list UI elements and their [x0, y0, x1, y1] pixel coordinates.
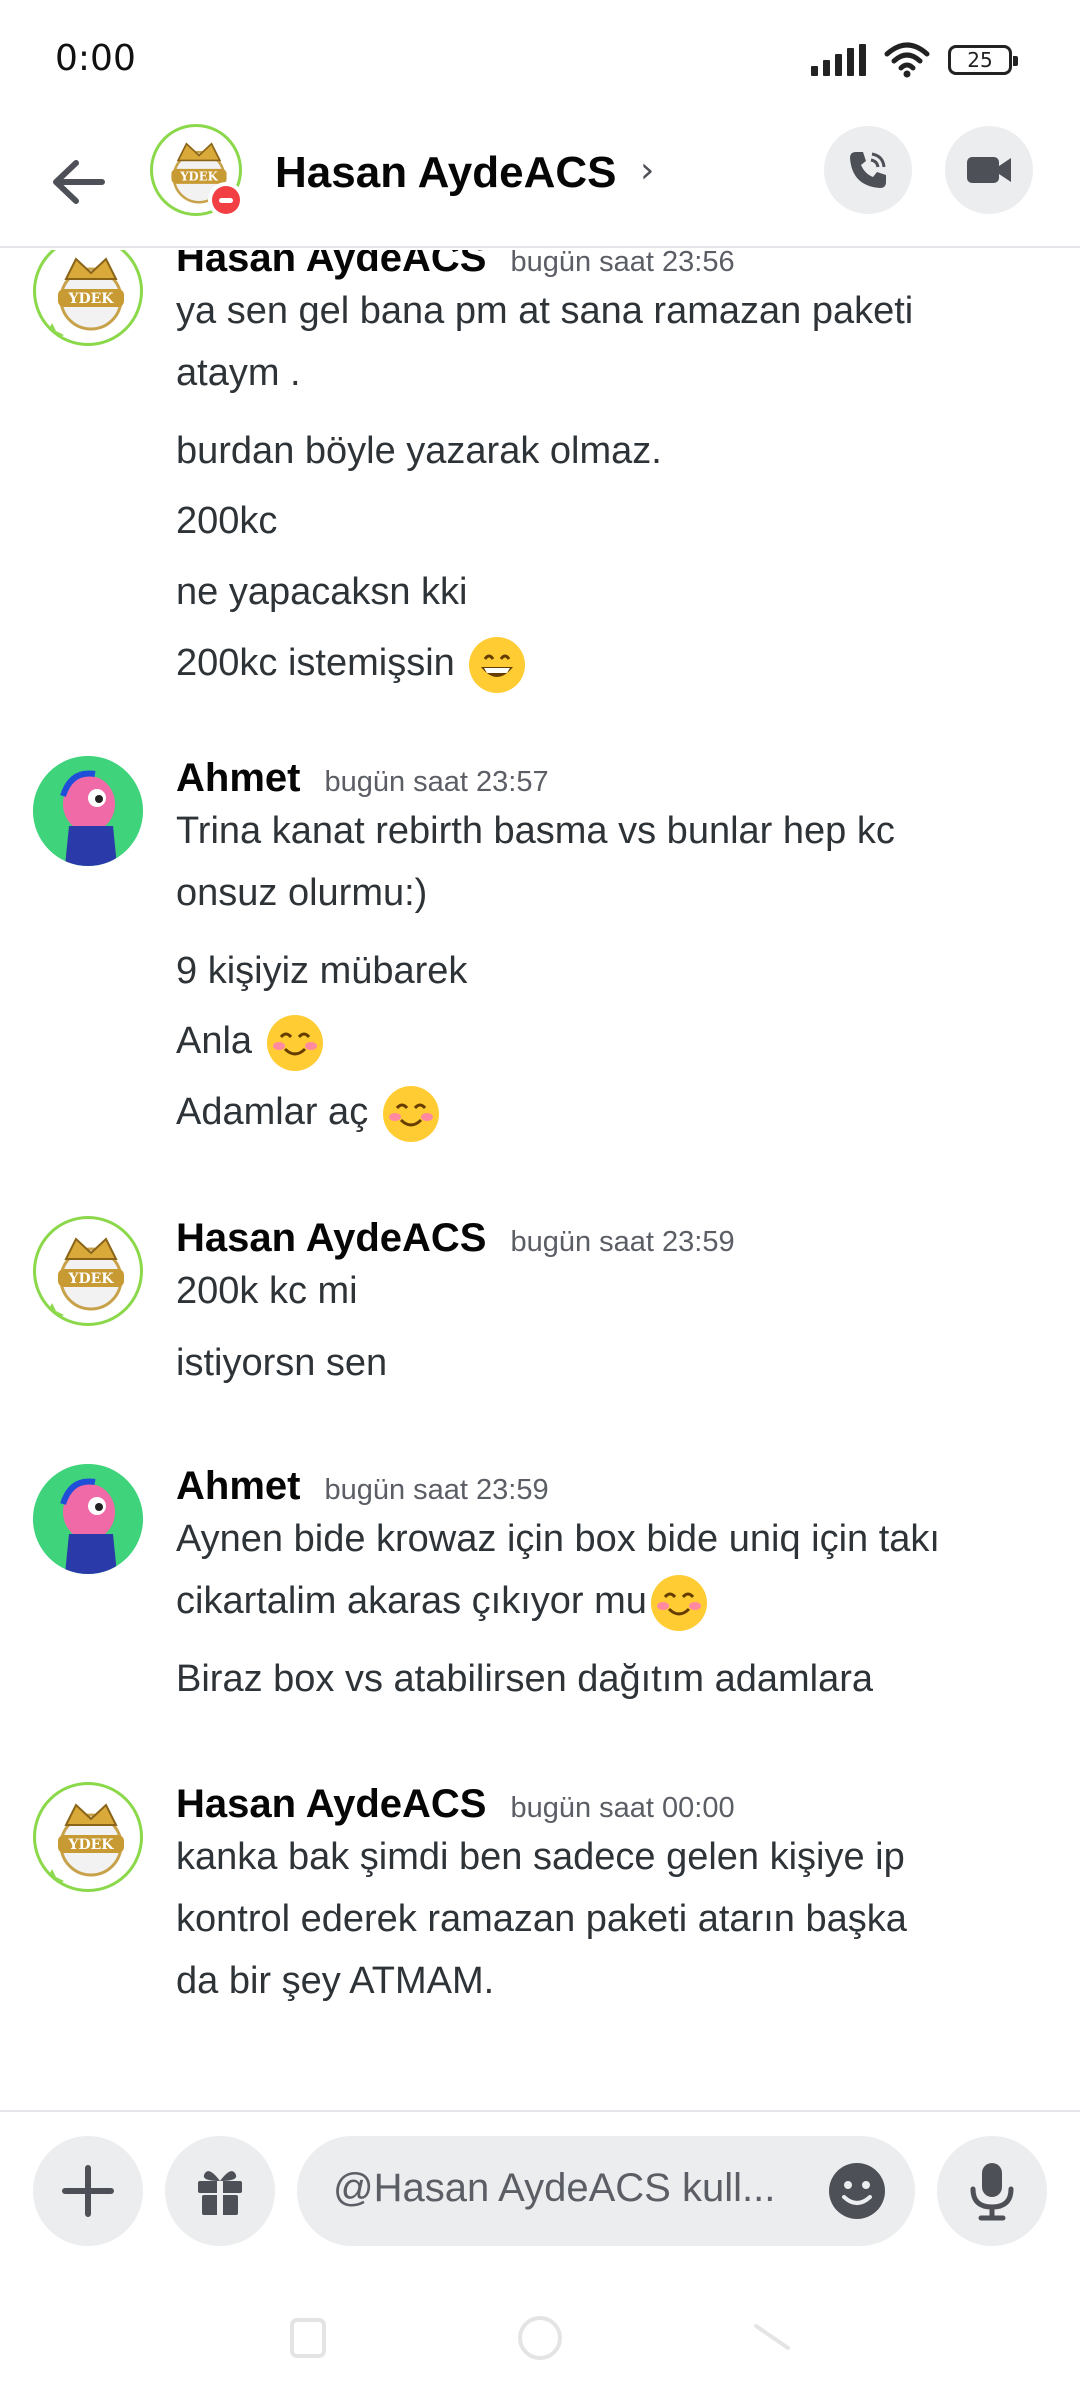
message-text[interactable]: burdan böyle yazarak olmaz.: [176, 420, 1056, 482]
message-header: Ahmet bugün saat 23:57: [176, 756, 549, 801]
message-text[interactable]: ne yapacaksn kki: [176, 561, 1056, 623]
author-name[interactable]: Hasan AydeACS: [176, 1782, 486, 1827]
message-text[interactable]: 200kc istemişsin: [176, 632, 1056, 694]
svg-text:YDEK: YDEK: [68, 1837, 115, 1853]
message-text[interactable]: Adamlar aç: [176, 1081, 1056, 1143]
user-avatar[interactable]: YDEK: [33, 1216, 143, 1326]
system-navigation-bar: [0, 2268, 1080, 2400]
message-input[interactable]: @Hasan AydeACS kull...: [297, 2136, 915, 2246]
microphone-icon: [970, 2163, 1014, 2221]
message-list[interactable]: YDEK Hasan AydeACS bugün saat 23:56 ya s…: [0, 250, 1080, 2110]
message-timestamp: bugün saat 00:00: [510, 1792, 735, 1824]
battery-level: 25: [967, 48, 993, 72]
back-nav-icon[interactable]: [742, 2308, 802, 2368]
wifi-icon: [884, 42, 930, 78]
message-text[interactable]: Trina kanat rebirth basma vs bunlar hep …: [176, 800, 1056, 924]
message-timestamp: bugün saat 23:59: [324, 1474, 549, 1506]
chat-header: YDEK Hasan AydeACS ›: [0, 120, 1080, 248]
status-time: 0:00: [55, 38, 136, 79]
emoji-picker-icon[interactable]: [827, 2161, 887, 2221]
author-name[interactable]: Hasan AydeACS: [176, 250, 486, 281]
message-text[interactable]: kanka bak şimdi ben sadece gelen kişiye …: [176, 1826, 1056, 2012]
user-avatar[interactable]: YDEK: [33, 250, 143, 346]
voice-call-button[interactable]: [824, 126, 912, 214]
home-icon[interactable]: [510, 2308, 570, 2368]
message-timestamp: bugün saat 23:59: [510, 1226, 735, 1258]
smiling-face-icon: [650, 1574, 707, 1631]
signal-icon: [811, 44, 866, 76]
message-composer: @Hasan AydeACS kull...: [0, 2110, 1080, 2268]
author-name[interactable]: Ahmet: [176, 1464, 300, 1509]
recents-icon[interactable]: [278, 2308, 338, 2368]
arrow-left-icon: [53, 160, 105, 204]
message-text[interactable]: istiyorsn sen: [176, 1332, 1056, 1394]
video-call-button[interactable]: [945, 126, 1033, 214]
message-timestamp: bugün saat 23:57: [324, 766, 549, 798]
header-avatar[interactable]: YDEK: [150, 124, 246, 220]
smiling-face-icon: [266, 1014, 323, 1071]
message-text[interactable]: Anla: [176, 1010, 1056, 1072]
message-text[interactable]: 200k kc mi: [176, 1260, 1056, 1322]
svg-text:YDEK: YDEK: [179, 170, 218, 184]
gift-button[interactable]: [165, 2136, 275, 2246]
grinning-face-icon: [469, 636, 526, 693]
user-avatar[interactable]: YDEK: [33, 1782, 143, 1892]
back-button[interactable]: [40, 144, 116, 220]
message-text[interactable]: ya sen gel bana pm at sana ramazan paket…: [176, 280, 1056, 404]
phone-icon: [850, 152, 886, 188]
message-text[interactable]: 200kc: [176, 490, 1056, 552]
smiling-face-icon: [382, 1085, 439, 1142]
author-name[interactable]: Hasan AydeACS: [176, 1216, 486, 1261]
chevron-right-icon[interactable]: ›: [640, 150, 654, 191]
svg-text:YDEK: YDEK: [68, 1271, 115, 1287]
message-header: Hasan AydeACS bugün saat 23:59: [176, 1216, 735, 1261]
dnd-status-badge: [208, 182, 244, 218]
message-input-placeholder: @Hasan AydeACS kull...: [333, 2166, 776, 2210]
author-name[interactable]: Ahmet: [176, 756, 300, 801]
plus-icon: [62, 2165, 114, 2217]
svg-text:YDEK: YDEK: [68, 291, 115, 307]
message-timestamp: bugün saat 23:56: [510, 250, 735, 278]
channel-title[interactable]: Hasan AydeACS: [275, 148, 617, 198]
gift-icon: [198, 2171, 242, 2215]
attach-button[interactable]: [33, 2136, 143, 2246]
status-bar: 0:00 25: [0, 0, 1080, 120]
message-header: Hasan AydeACS bugün saat 23:56: [176, 250, 735, 281]
voice-message-button[interactable]: [937, 2136, 1047, 2246]
message-text[interactable]: Biraz box vs atabilirsen dağıtım adamlar…: [176, 1648, 1056, 1710]
status-icons: 25: [811, 42, 1018, 78]
user-avatar[interactable]: [33, 756, 143, 866]
message-text[interactable]: Aynen bide krowaz için box bide uniq içi…: [176, 1508, 1056, 1632]
video-camera-icon: [967, 157, 1011, 183]
message-text[interactable]: 9 kişiyiz mübarek: [176, 940, 1056, 1002]
message-header: Ahmet bugün saat 23:59: [176, 1464, 549, 1509]
user-avatar[interactable]: [33, 1464, 143, 1574]
message-header: Hasan AydeACS bugün saat 00:00: [176, 1782, 735, 1827]
battery-icon: 25: [948, 45, 1018, 75]
